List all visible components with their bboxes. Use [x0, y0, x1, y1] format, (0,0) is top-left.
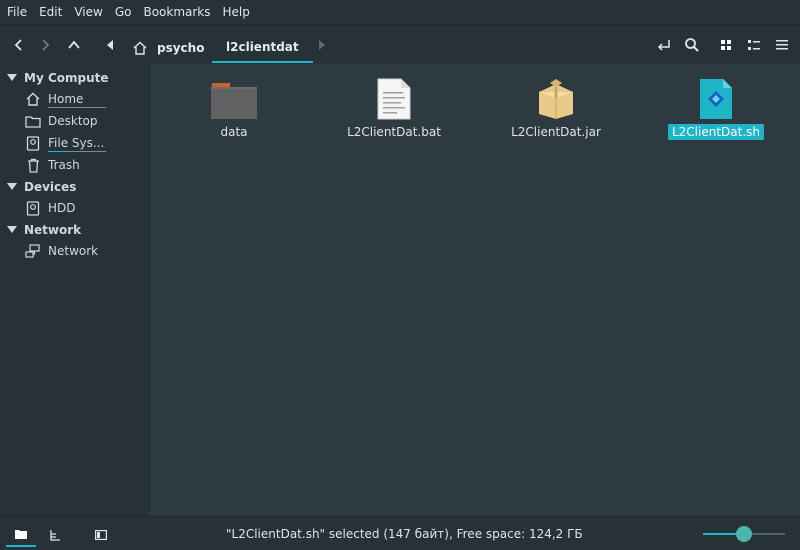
sidebar-item-label: Desktop [48, 114, 98, 128]
sidebar-section-title: Network [24, 223, 82, 237]
sidebar-item-label: Trash [48, 158, 80, 172]
breadcrumb-current[interactable]: l2clientdat [212, 33, 313, 63]
network-icon [25, 243, 40, 258]
menu-go[interactable]: Go [111, 0, 136, 24]
sidebar-item-home[interactable]: Home [24, 89, 83, 109]
back-button[interactable] [6, 25, 32, 65]
file-item-data[interactable]: data [159, 76, 309, 146]
sidebar-section-network[interactable]: Network [0, 220, 81, 240]
home-icon [26, 92, 40, 106]
file-name: L2ClientDat.bat [347, 125, 441, 139]
file-item-bat[interactable]: L2ClientDat.bat [319, 76, 469, 146]
tree-toggle-button[interactable] [40, 523, 70, 547]
breadcrumb-home[interactable]: psycho [132, 33, 204, 63]
menu-bookmarks[interactable]: Bookmarks [139, 0, 214, 24]
zoom-slider-handle[interactable] [736, 526, 752, 542]
trash-icon [27, 158, 39, 173]
sidebar-item-label: Home [48, 92, 84, 106]
file-item-sh[interactable]: L2ClientDat.sh [641, 76, 791, 146]
chevron-right-icon [42, 39, 50, 51]
list-view-button[interactable] [770, 25, 794, 65]
toolbar: psycho l2clientdat [0, 24, 800, 64]
icon-view-button[interactable] [714, 25, 738, 65]
status-text: "L2ClientDat.sh" selected (147 байт), Fr… [226, 527, 583, 541]
breadcrumb-scroll-left[interactable] [102, 25, 118, 65]
menubar: File Edit View Go Bookmarks Help [0, 0, 800, 24]
sidebar-item-trash[interactable]: Trash [24, 155, 80, 175]
sidebar-item-label: File Sys... [48, 136, 105, 150]
grid-icon [721, 40, 731, 50]
archive-icon [539, 79, 573, 119]
drive-icon [26, 135, 40, 151]
menu-file[interactable]: File [3, 0, 31, 24]
menu-view[interactable]: View [70, 0, 106, 24]
sidebar-section-title: Devices [24, 180, 77, 194]
sidebar-toggle-button[interactable] [86, 523, 116, 547]
forward-button[interactable] [32, 25, 58, 65]
sidebar-item-label: Network [48, 244, 99, 258]
sidebar-item-label: HDD [48, 201, 76, 215]
panel-icon [95, 530, 107, 540]
statusbar: "L2ClientDat.sh" selected (147 байт), Fr… [0, 516, 800, 550]
chevron-left-icon [14, 39, 22, 51]
search-icon [685, 38, 699, 52]
sidebar-item-desktop[interactable]: Desktop [24, 111, 98, 131]
file-name: L2ClientDat.jar [511, 125, 601, 139]
compact-list-icon [748, 40, 760, 50]
sidebar-section-my-computer[interactable]: My Compute [0, 68, 109, 88]
text-file-icon [377, 78, 411, 120]
sidebar-section-devices[interactable]: Devices [0, 177, 76, 197]
sidebar: My Compute Home Desktop File Sys... Tras… [0, 64, 150, 516]
tree-icon [50, 530, 60, 541]
breadcrumb-current-label: l2clientdat [226, 40, 299, 54]
file-name-selected: L2ClientDat.sh [667, 124, 765, 140]
triangle-down-icon [7, 183, 17, 190]
triangle-right-icon [319, 40, 325, 50]
search-button[interactable] [680, 25, 704, 65]
triangle-down-icon [7, 74, 17, 81]
script-icon [700, 79, 732, 119]
file-view[interactable]: data L2ClientDat.bat L2ClientDat.jar L2C… [150, 64, 800, 516]
up-button[interactable] [60, 25, 88, 65]
menu-help[interactable]: Help [219, 0, 254, 24]
location-entry-button[interactable] [652, 25, 676, 65]
return-arrow-icon [657, 40, 670, 51]
breadcrumb-home-label: psycho [157, 41, 205, 55]
triangle-left-icon [107, 40, 113, 50]
breadcrumb-scroll-right[interactable] [314, 25, 330, 65]
drive-icon [26, 200, 40, 216]
file-name: data [220, 125, 248, 139]
home-icon [133, 41, 147, 55]
home-usage-bar [48, 107, 106, 108]
sidebar-item-filesystem[interactable]: File Sys... [24, 133, 104, 153]
sidebar-item-network[interactable]: Network [24, 241, 98, 261]
folder-icon [25, 115, 41, 128]
places-toggle-button[interactable] [6, 523, 36, 547]
compact-view-button[interactable] [742, 25, 766, 65]
triangle-down-icon [7, 226, 17, 233]
folder-icon [211, 83, 257, 119]
folder-icon [15, 530, 27, 539]
chevron-up-icon [68, 40, 80, 49]
list-icon [776, 40, 788, 50]
filesystem-usage-fill [48, 151, 68, 152]
file-item-jar[interactable]: L2ClientDat.jar [481, 76, 631, 146]
sidebar-section-title: My Compute [24, 71, 109, 85]
menu-edit[interactable]: Edit [35, 0, 66, 24]
sidebar-item-hdd[interactable]: HDD [24, 198, 76, 218]
